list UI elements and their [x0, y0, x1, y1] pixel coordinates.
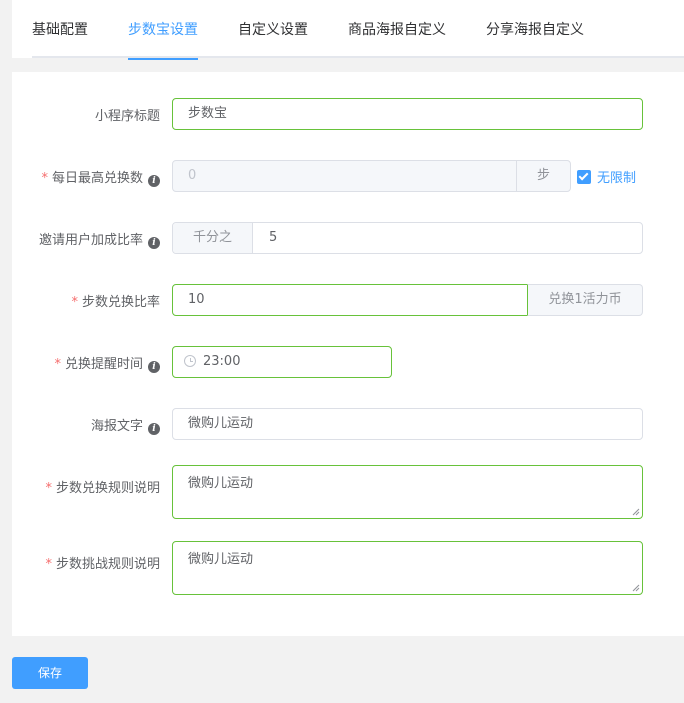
invite-ratio-input[interactable]: 千分之 5	[172, 222, 643, 254]
tabs-card: 基础配置 步数宝设置 自定义设置 商品海报自定义 分享海报自定义	[12, 0, 684, 60]
invite-ratio-prefix: 千分之	[173, 223, 253, 253]
exchange-rules-label: * 步数兑换规则说明	[12, 477, 160, 496]
required-mark: *	[45, 557, 52, 572]
tab-share-poster[interactable]: 分享海报自定义	[486, 0, 584, 58]
daily-max-label: * 每日最高兑换数 i	[12, 167, 160, 187]
remind-time-label: * 兑换提醒时间 i	[12, 353, 160, 373]
step-ratio-label-text: 步数兑换比率	[81, 295, 160, 310]
info-icon[interactable]: i	[148, 237, 160, 249]
exchange-rules-textarea[interactable]: 微购儿运动	[172, 465, 643, 519]
info-icon[interactable]: i	[148, 423, 160, 435]
info-icon[interactable]: i	[148, 361, 160, 373]
title-label: 小程序标题	[12, 105, 160, 124]
unlimited-label: 无限制	[597, 171, 637, 186]
daily-max-label-text: 每日最高兑换数	[51, 171, 143, 186]
step-ratio-value: 10	[188, 292, 205, 307]
poster-text-label-text: 海报文字	[90, 419, 143, 434]
step-ratio-suffix: 兑换1活力币	[548, 292, 622, 307]
info-icon[interactable]: i	[148, 175, 160, 187]
resize-handle-icon[interactable]	[632, 584, 640, 592]
remind-time-value: 23:00	[203, 354, 241, 369]
remind-time-picker[interactable]: 23:00	[172, 346, 392, 378]
daily-max-input: 0 步	[172, 160, 571, 192]
poster-text-input[interactable]: 微购儿运动	[172, 408, 643, 440]
required-mark: *	[45, 481, 52, 496]
clock-icon	[184, 355, 196, 367]
title-input-value: 步数宝	[188, 106, 228, 121]
challenge-rules-label-text: 步数挑战规则说明	[55, 557, 160, 572]
save-button[interactable]: 保存	[12, 657, 88, 689]
challenge-rules-value: 微购儿运动	[188, 552, 254, 567]
invite-ratio-value: 5	[269, 230, 278, 245]
required-mark: *	[71, 295, 78, 310]
required-mark: *	[41, 171, 48, 186]
title-input[interactable]: 步数宝	[172, 98, 643, 130]
poster-text-label: 海报文字 i	[12, 415, 160, 435]
daily-max-input-value: 0	[188, 168, 197, 183]
step-ratio-input[interactable]: 10	[172, 284, 528, 316]
invite-ratio-label-text: 邀请用户加成比率	[38, 233, 143, 248]
tab-bar: 基础配置 步数宝设置 自定义设置 商品海报自定义 分享海报自定义	[32, 0, 684, 60]
unlimited-checkbox[interactable]: 无限制	[577, 167, 636, 186]
tab-product-poster[interactable]: 商品海报自定义	[348, 0, 446, 58]
daily-max-suffix: 步	[516, 161, 570, 191]
exchange-rules-label-text: 步数兑换规则说明	[55, 481, 160, 496]
tab-custom-settings[interactable]: 自定义设置	[238, 0, 308, 58]
challenge-rules-textarea[interactable]: 微购儿运动	[172, 541, 643, 595]
required-mark: *	[54, 357, 61, 372]
tab-basic-config[interactable]: 基础配置	[32, 0, 88, 58]
poster-text-value: 微购儿运动	[188, 416, 254, 431]
remind-time-label-text: 兑换提醒时间	[64, 357, 143, 372]
settings-form: 小程序标题 步数宝 * 每日最高兑换数 i 0 步 无限制 邀请用户加成比率 i 千分…	[12, 72, 684, 636]
checkbox-checked-icon[interactable]	[577, 170, 591, 184]
title-label-text: 小程序标题	[94, 109, 160, 124]
resize-handle-icon[interactable]	[632, 508, 640, 516]
step-ratio-label: * 步数兑换比率	[12, 291, 160, 310]
step-ratio-suffix-box: 兑换1活力币	[527, 284, 643, 316]
exchange-rules-value: 微购儿运动	[188, 476, 254, 491]
invite-ratio-label: 邀请用户加成比率 i	[12, 229, 160, 249]
tab-step-settings[interactable]: 步数宝设置	[128, 0, 198, 60]
challenge-rules-label: * 步数挑战规则说明	[12, 553, 160, 572]
